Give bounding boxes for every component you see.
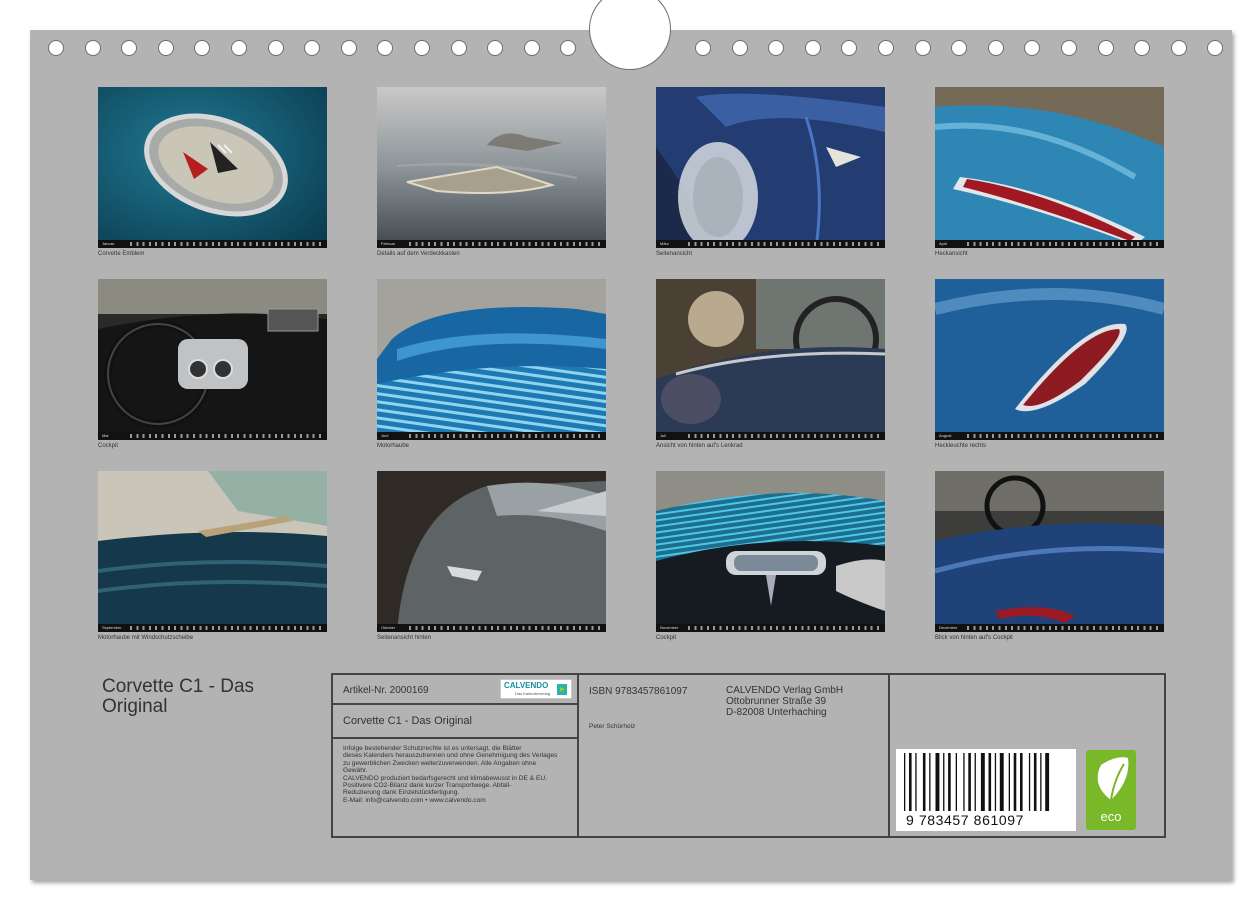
binding-hole <box>157 40 174 56</box>
thumbnail-juni[interactable]: Juni <box>377 279 606 440</box>
binding-hole <box>1170 40 1187 56</box>
binding-hole <box>84 40 101 56</box>
binding-hole <box>878 40 894 56</box>
caption-september: Motorhaube mit Windschutzscheibe <box>98 635 194 641</box>
thumbnail-januar[interactable]: Januar <box>98 87 327 248</box>
taillight-photo <box>935 279 1164 440</box>
cockpit-photo <box>98 279 327 440</box>
binding-hole <box>523 40 540 56</box>
binding-hole <box>731 40 748 56</box>
thumbnail-april[interactable]: April <box>935 87 1164 248</box>
leaf-icon <box>1097 757 1129 801</box>
barcode-number: 9 783457 861097 <box>906 812 1024 828</box>
thumbnail-februar[interactable]: Februar <box>377 87 606 248</box>
binding-hole <box>1097 40 1114 56</box>
caption-juli: Ansicht von hinten auf's Lenkrad <box>656 443 743 449</box>
binding-hole <box>194 40 211 56</box>
detail-photo <box>377 87 606 248</box>
calvendo-logo: CALVENDO Das Kalenderverlag <box>500 679 572 699</box>
caption-dezember: Blick von hinten auf's Cockpit <box>935 635 1013 641</box>
rear-photo <box>935 87 1164 248</box>
barcode-icon <box>904 753 1050 811</box>
binding-hole <box>304 40 321 56</box>
binding-hole <box>768 40 785 56</box>
binding-hole <box>340 40 357 56</box>
publisher-address: CALVENDO Verlag GmbH Ottobrunner Straße … <box>726 685 844 718</box>
product-info-box: Artikel-Nr. 2000169 CALVENDO Das Kalende… <box>331 673 1166 838</box>
hanger-cutout <box>589 0 671 70</box>
caption-januar: Corvette Emblem <box>98 251 145 257</box>
binding-hole <box>377 40 394 56</box>
calendar-back-page: Januar Corvette Emblem Februar Details a… <box>30 0 1232 880</box>
binding-hole <box>951 40 968 56</box>
isbn: ISBN 9783457861097 <box>589 686 688 697</box>
emblem-photo <box>98 87 327 248</box>
caption-juni: Motorhaube <box>377 443 410 449</box>
thumbnail-maerz[interactable]: März <box>656 87 885 248</box>
binding-hole <box>414 40 430 56</box>
thumbnail-september[interactable]: September <box>98 471 327 632</box>
rear-side-photo <box>377 471 606 632</box>
thumbnail-mai[interactable]: Mai <box>98 279 327 440</box>
thumbnail-juli[interactable]: Juli <box>656 279 885 440</box>
binding-hole <box>1061 40 1077 56</box>
binding-hole <box>267 40 284 56</box>
author: Peter Schürholz <box>589 723 636 730</box>
thumbnail-august[interactable]: August <box>935 279 1164 440</box>
calendar-title: Corvette C1 - Das Original <box>102 676 255 717</box>
thumbnail-oktober[interactable]: Oktober <box>377 471 606 632</box>
windshield-photo <box>98 471 327 632</box>
binding-hole <box>1134 40 1151 56</box>
binding-hole <box>1207 40 1224 56</box>
caption-august: Heckleuchte rechts <box>935 443 987 449</box>
binding-hole <box>1024 40 1041 56</box>
caption-april: Heckansicht <box>935 251 968 257</box>
caption-oktober: Seitenansicht hinten <box>377 635 432 641</box>
binding-hole <box>48 40 64 56</box>
hood-photo <box>377 279 606 440</box>
binding-hole <box>121 40 138 56</box>
eco-badge: eco <box>1086 750 1136 830</box>
binding-hole <box>987 40 1004 56</box>
product-title: Corvette C1 - Das Original <box>343 715 472 727</box>
side-photo <box>656 87 885 248</box>
isbn-barcode: 9 783457 861097 <box>896 749 1076 831</box>
caption-februar: Details auf dem Verdeckkasten <box>377 251 460 257</box>
cockpit-photo <box>656 471 885 632</box>
binding-hole <box>487 40 504 56</box>
steering-photo <box>656 279 885 440</box>
binding-hole <box>450 40 467 56</box>
binding-hole <box>231 40 247 56</box>
thumbnail-dezember[interactable]: Dezember <box>935 471 1164 632</box>
binding-hole <box>841 40 858 56</box>
calvendo-mark-icon <box>557 684 567 695</box>
binding-hole <box>914 40 931 56</box>
binding-hole <box>804 40 821 56</box>
legal-notice: Infolge bestehender Schutzrechte ist es … <box>343 745 558 804</box>
rear-cockpit-photo <box>935 471 1164 632</box>
binding-hole <box>560 40 577 56</box>
article-number: Artikel-Nr. 2000169 <box>343 685 429 696</box>
caption-mai: Cockpit <box>98 443 119 449</box>
caption-november: Cockpit <box>656 635 677 641</box>
thumbnail-november[interactable]: November <box>656 471 885 632</box>
caption-maerz: Seitenansicht <box>656 251 693 257</box>
binding-hole <box>695 40 711 56</box>
